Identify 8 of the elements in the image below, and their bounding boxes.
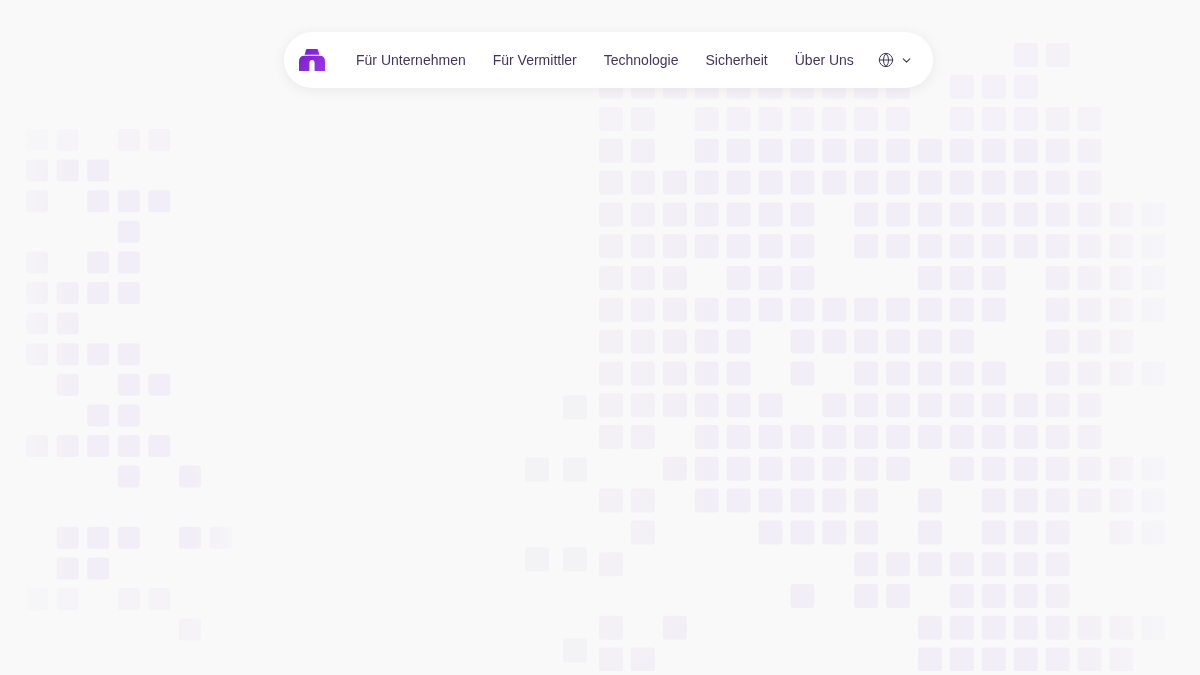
nav-link[interactable]: Über Uns — [794, 50, 854, 70]
nav-link[interactable]: Für Vermittler — [492, 50, 577, 70]
nav-link[interactable]: Technologie — [603, 50, 679, 70]
nav-link[interactable]: Für Unternehmen — [356, 50, 466, 70]
globe-icon — [878, 52, 894, 68]
language-button[interactable] — [878, 50, 913, 70]
nav-link[interactable]: Sicherheit — [705, 50, 768, 70]
logo-icon[interactable] — [299, 49, 325, 71]
